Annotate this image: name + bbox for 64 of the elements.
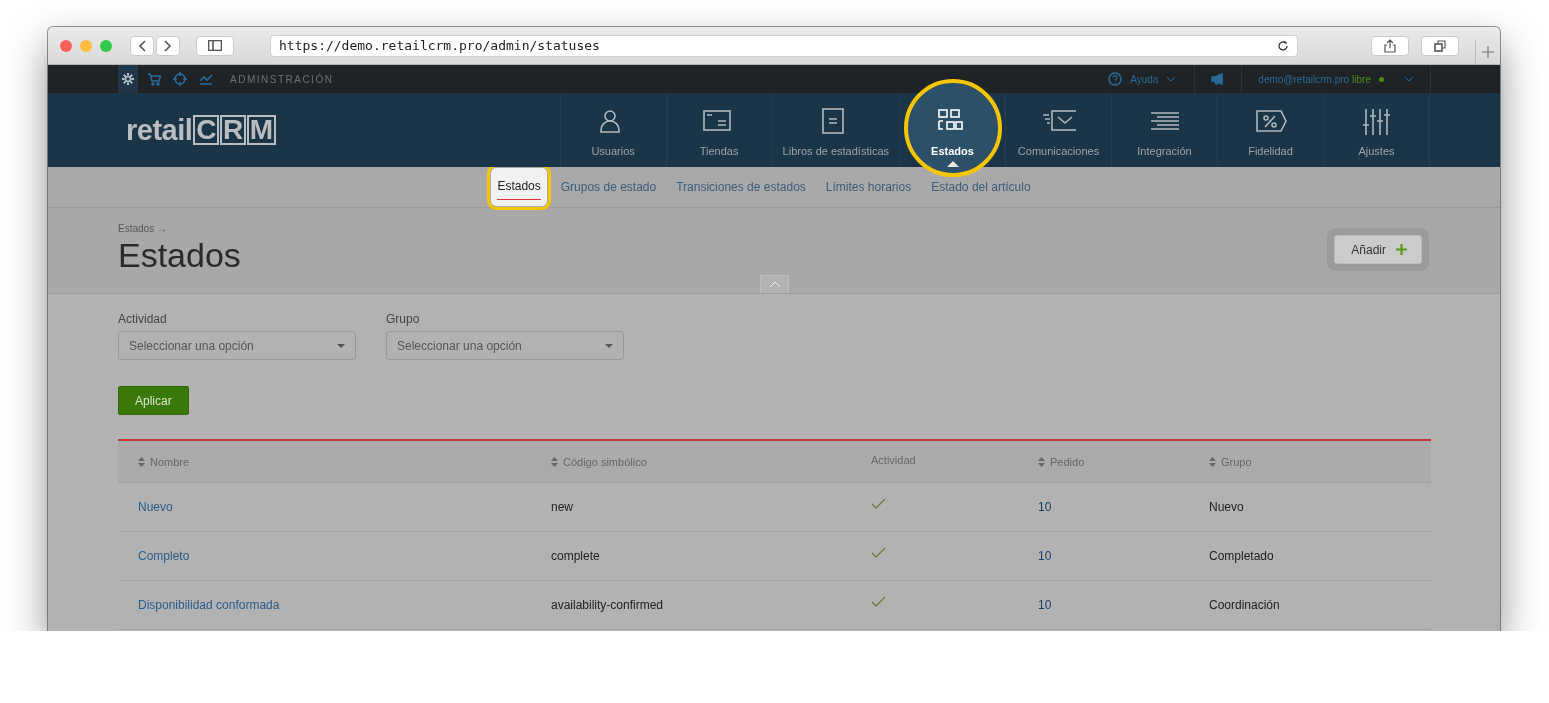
chevron-down-icon — [1404, 76, 1414, 82]
column-header[interactable]: Nombre — [138, 455, 551, 468]
chevron-up-icon — [768, 281, 781, 288]
status-name-link[interactable]: Disponibilidad conformada — [138, 598, 280, 612]
share-button[interactable] — [1371, 35, 1409, 56]
back-button[interactable] — [130, 35, 154, 56]
logo[interactable]: retail C R M — [126, 93, 276, 167]
subnav-tab[interactable]: Estado del artículo — [925, 179, 1037, 195]
apply-button[interactable]: Aplicar — [118, 386, 189, 415]
help-link[interactable]: Ayuda — [1130, 73, 1159, 85]
table-cell-text: 10 — [1038, 549, 1053, 563]
table-cell-text: complete — [551, 549, 601, 563]
filter-label: Actividad — [118, 312, 168, 326]
megaphone-icon[interactable] — [1211, 73, 1226, 85]
subnav-tab[interactable]: Transiciones de estados — [670, 179, 812, 195]
settings-icon — [121, 72, 135, 86]
chevron-down-icon — [1166, 76, 1177, 82]
table-cell-text: 10 — [1038, 500, 1053, 514]
online-dot — [1379, 76, 1384, 82]
section-label: ADMINSTRACIÓN — [230, 73, 334, 85]
tabs-icon — [1434, 39, 1446, 52]
select-field[interactable]: Seleccionar una opción — [386, 331, 624, 360]
user-email[interactable]: demo@retailcrm.pro — [1258, 73, 1350, 85]
forward-button[interactable] — [156, 35, 180, 56]
caret-icon — [337, 343, 345, 348]
table-cell-text: availability-confirmed — [551, 598, 665, 612]
table-cell-text: Coordinación — [1209, 598, 1281, 612]
plus-icon — [1482, 46, 1494, 58]
table-cell-text: new — [551, 500, 574, 514]
breadcrumb-link[interactable]: Estados → — [118, 223, 1335, 234]
column-header[interactable]: Código simbólico — [551, 455, 871, 468]
cart-icon — [147, 72, 161, 86]
table-cell-text: Completado — [1209, 549, 1275, 563]
tag-icon — [1253, 107, 1288, 135]
subnav-tab[interactable]: Grupos de estado — [554, 179, 663, 195]
column-header: Actividad — [871, 453, 917, 466]
caret-icon — [605, 343, 613, 348]
help-icon — [1108, 72, 1123, 86]
share-icon — [1384, 38, 1396, 53]
column-header[interactable]: Pedido — [1038, 455, 1209, 468]
subnav-tab[interactable]: Límites horarios — [819, 179, 918, 195]
plan-label: libre — [1352, 73, 1371, 85]
filter-label: Grupo — [386, 312, 421, 326]
page-title: Estados — [118, 236, 242, 275]
chevron-left-icon — [138, 39, 146, 52]
select-field[interactable]: Seleccionar una opción — [118, 331, 356, 360]
chart-icon — [199, 72, 213, 86]
sidebar-icon — [208, 40, 222, 51]
settings-tab[interactable] — [118, 65, 138, 93]
column-header[interactable]: Grupo — [1209, 455, 1431, 468]
window-control[interactable] — [60, 39, 72, 52]
crosshair-icon — [173, 72, 187, 86]
reload-icon[interactable] — [1277, 39, 1289, 52]
status-name-link[interactable]: Nuevo — [138, 500, 173, 514]
chevron-right-icon — [164, 39, 172, 52]
window-control[interactable] — [100, 39, 112, 52]
tabs-button[interactable] — [1421, 35, 1459, 56]
pointer-icon — [946, 161, 959, 167]
sidebar-button[interactable] — [196, 35, 234, 56]
plus-icon — [1396, 244, 1407, 255]
status-name-link[interactable]: Completo — [138, 549, 190, 563]
address-bar[interactable]: https://demo.retailcrm.pro/admin/statuses — [270, 34, 1298, 57]
table-cell-text: Nuevo — [1209, 500, 1245, 514]
table-cell-text: 10 — [1038, 598, 1053, 612]
